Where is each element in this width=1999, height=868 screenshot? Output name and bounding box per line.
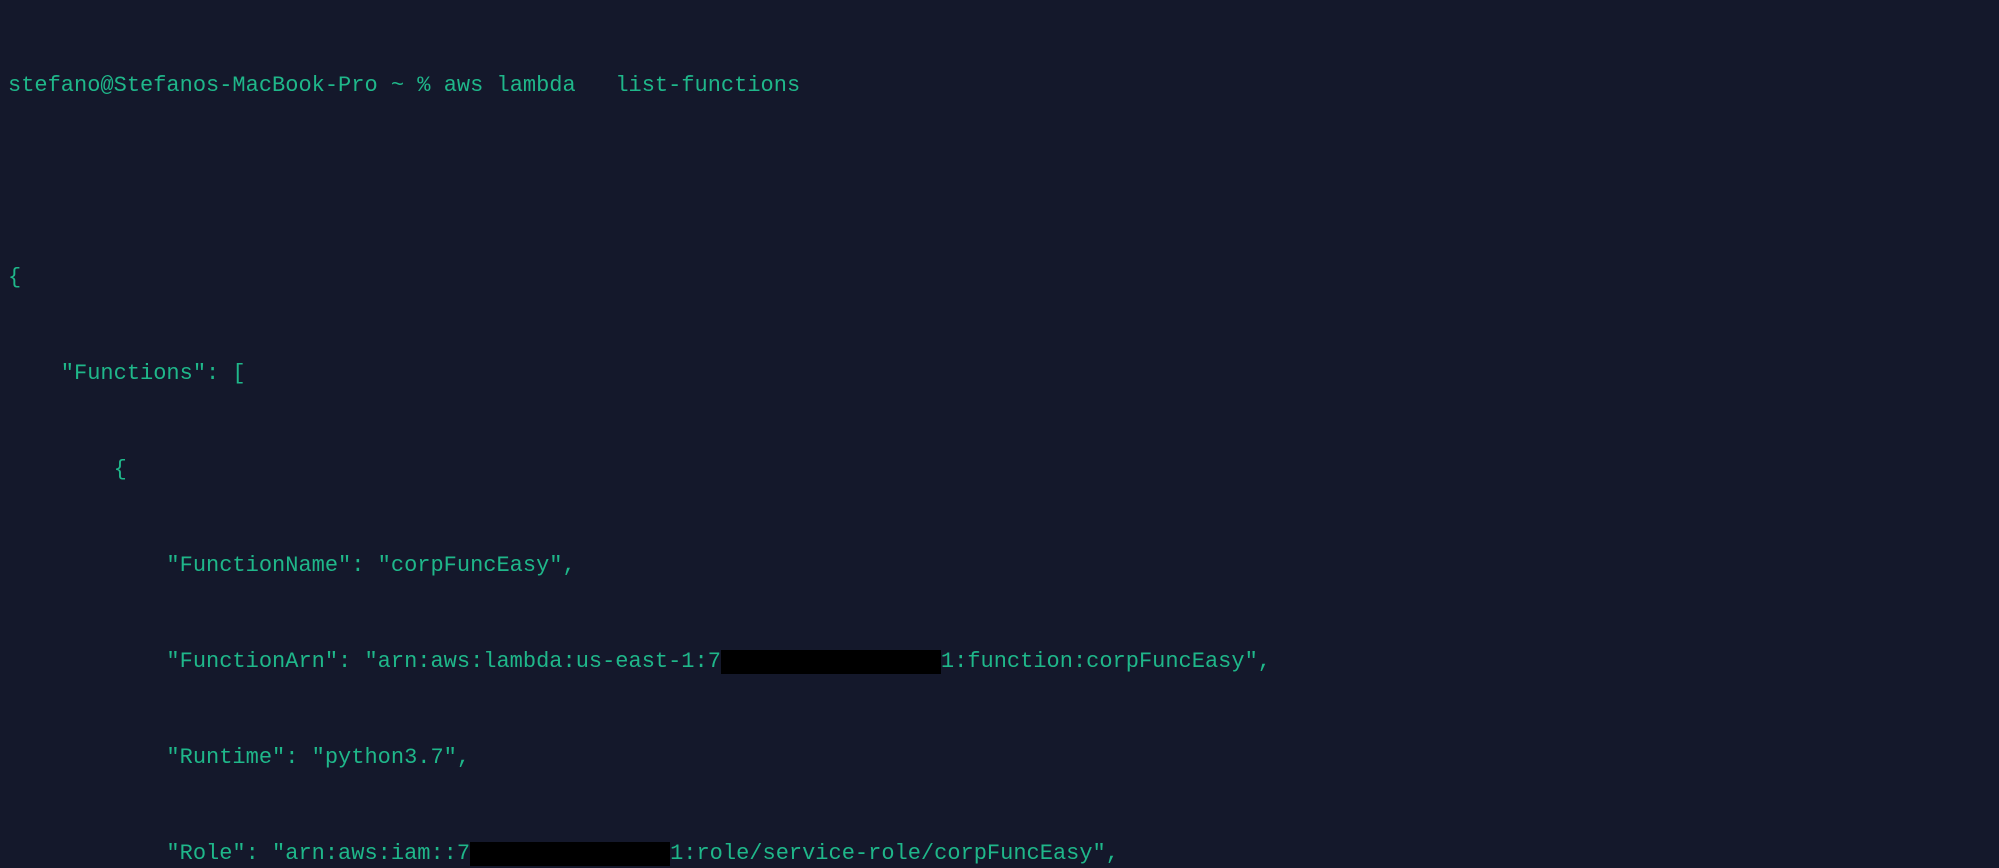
command-text: aws lambda list-functions	[444, 73, 800, 98]
prompt-path: ~	[391, 73, 404, 98]
terminal-window[interactable]: stefano@Stefanos-MacBook-Pro ~ % aws lam…	[0, 0, 1999, 868]
arn-suffix: 1:function:corpFuncEasy",	[941, 649, 1271, 674]
redacted-account-id-arn	[721, 650, 941, 674]
prompt-userhost: stefano@Stefanos-MacBook-Pro	[8, 73, 378, 98]
prompt-symbol: %	[417, 73, 430, 98]
json-function-arn: "FunctionArn": "arn:aws:lambda:us-east-1…	[8, 646, 1991, 678]
json-role: "Role": "arn:aws:iam::7 1:role/service-r…	[8, 838, 1991, 868]
json-open-brace: {	[8, 262, 1991, 294]
json-object-open: {	[8, 454, 1991, 486]
json-runtime: "Runtime": "python3.7",	[8, 742, 1991, 774]
role-prefix: "Role": "arn:aws:iam::7	[8, 841, 470, 866]
json-functions-key: "Functions": [	[8, 358, 1991, 390]
redacted-account-id-role	[470, 842, 670, 866]
prompt-line[interactable]: stefano@Stefanos-MacBook-Pro ~ % aws lam…	[8, 70, 1991, 102]
json-function-name: "FunctionName": "corpFuncEasy",	[8, 550, 1991, 582]
blank-line	[8, 166, 1991, 198]
role-suffix: 1:role/service-role/corpFuncEasy",	[670, 841, 1119, 866]
arn-prefix: "FunctionArn": "arn:aws:lambda:us-east-1…	[8, 649, 721, 674]
